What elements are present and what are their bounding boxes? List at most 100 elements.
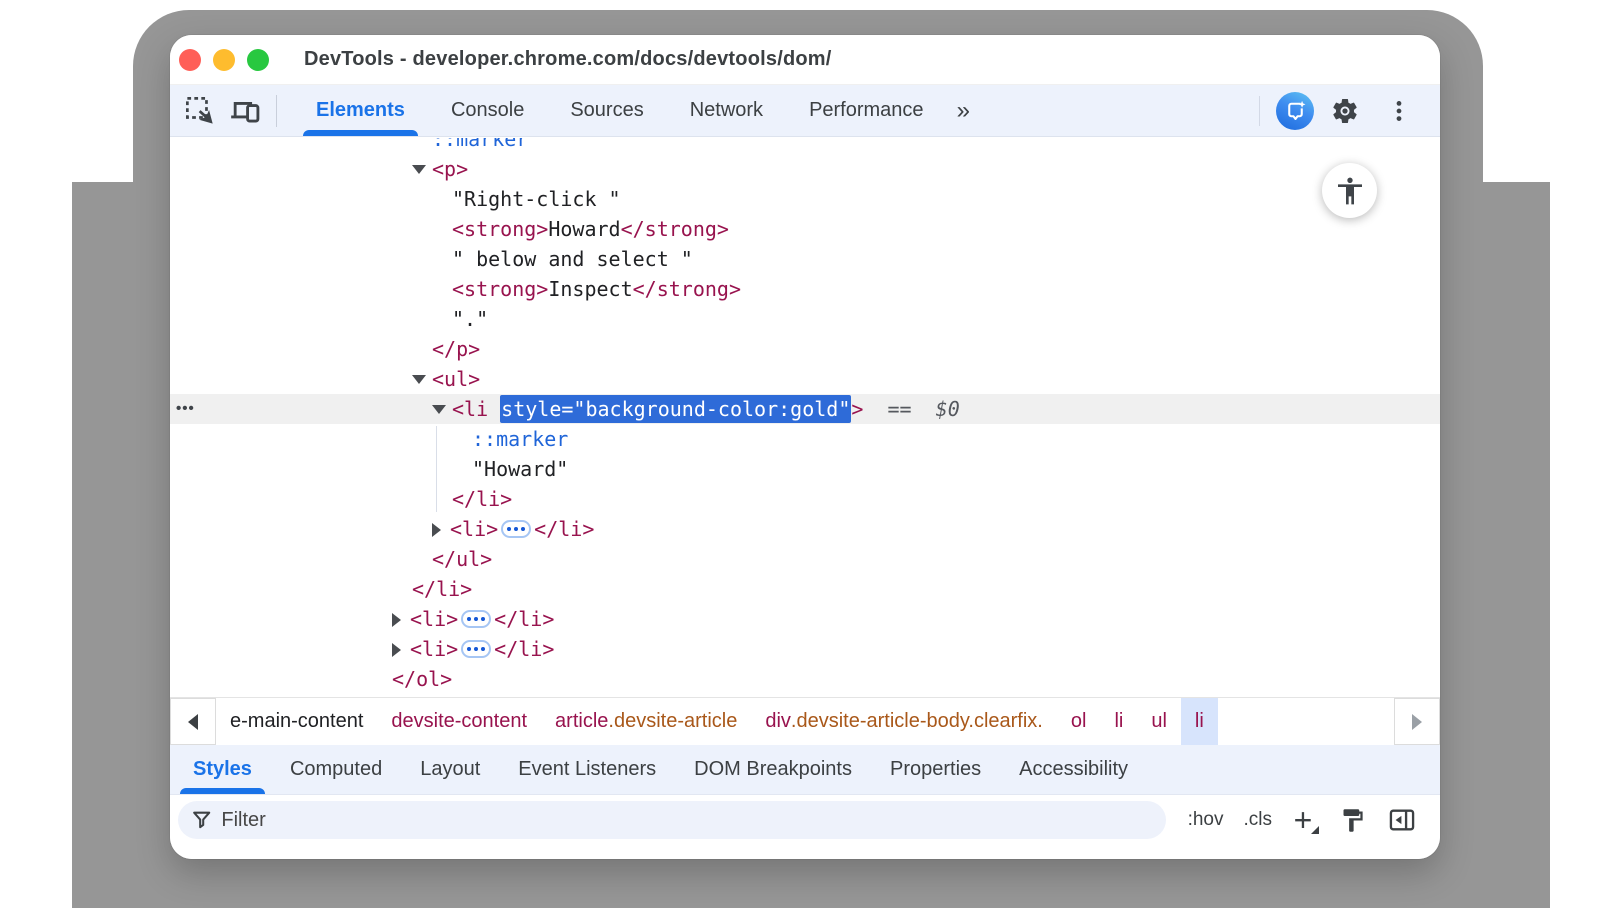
breadcrumb-item[interactable]: ol	[1057, 698, 1101, 745]
more-tabs-button[interactable]: »	[957, 97, 968, 125]
panel-tab-label: Elements	[316, 99, 405, 122]
dom-tree-row[interactable]: <strong>Howard</strong>	[170, 214, 1440, 244]
accessibility-person-icon	[1334, 175, 1366, 207]
row-content: <strong>Inspect</strong>	[170, 274, 741, 304]
plain-token: Inspect	[548, 277, 632, 301]
tag-token: <li	[452, 397, 500, 421]
sidebar-tab-label: Styles	[193, 758, 252, 781]
dom-tree-row[interactable]: <p>	[170, 154, 1440, 184]
sidebar-tab-label: Accessibility	[1019, 758, 1128, 781]
dom-tree-row[interactable]: ::marker	[170, 138, 1440, 154]
collapsed-content-ellipsis-button[interactable]	[501, 520, 531, 538]
dom-tree-row[interactable]: </ol>	[170, 664, 1440, 694]
inspect-element-button[interactable]	[182, 94, 216, 128]
expand-arrow-open-icon[interactable]	[412, 165, 426, 174]
rendering-emulation-button[interactable]	[1334, 802, 1370, 838]
dock-panel-icon	[1388, 806, 1416, 834]
chevron-left-icon	[188, 714, 198, 730]
row-content: " below and select "	[170, 244, 693, 274]
sidebar-tab-computed[interactable]: Computed	[271, 745, 401, 794]
toggle-element-state-button[interactable]: :hov	[1182, 809, 1230, 831]
tag-token: </p>	[432, 337, 480, 361]
expand-arrow-closed-icon[interactable]	[432, 523, 441, 537]
breadcrumb-item[interactable]: article.devsite-article	[541, 698, 751, 745]
breadcrumb-item[interactable]: li	[1100, 698, 1137, 745]
dom-tree-row[interactable]: "."	[170, 304, 1440, 334]
dom-tree-row[interactable]: "Right-click "	[170, 184, 1440, 214]
collapsed-content-ellipsis-button[interactable]	[461, 640, 491, 658]
panel-tab-network[interactable]: Network	[667, 85, 786, 136]
tag-token: </li>	[494, 637, 554, 661]
styles-pane-toolbar: :hov .cls +	[170, 795, 1440, 859]
breadcrumb-item[interactable]: devsite-content	[377, 698, 541, 745]
breadcrumb-scroll-left-button[interactable]	[170, 698, 216, 745]
ai-assistant-button[interactable]	[1276, 92, 1314, 130]
dom-tree-row[interactable]: <li></li>	[170, 634, 1440, 664]
expand-arrow-open-icon[interactable]	[432, 405, 446, 414]
dom-tree-row[interactable]: ::marker	[170, 424, 1440, 454]
maximize-window-button[interactable]	[247, 49, 269, 71]
dollar-token: $0	[936, 397, 960, 421]
dom-tree-row[interactable]: "Howard"	[170, 454, 1440, 484]
filter-input[interactable]	[221, 809, 1151, 832]
panel-tab-console[interactable]: Console	[428, 85, 547, 136]
expand-arrow-closed-icon[interactable]	[392, 613, 401, 627]
sidebar-tab-layout[interactable]: Layout	[401, 745, 499, 794]
dom-tree-row[interactable]: <ul>	[170, 364, 1440, 394]
close-window-button[interactable]	[179, 49, 201, 71]
ai-assistant-icon	[1283, 98, 1308, 123]
dom-tree-row[interactable]: </li>	[170, 574, 1440, 604]
breadcrumb-item[interactable]: ul	[1137, 698, 1181, 745]
sidebar-tab-properties[interactable]: Properties	[871, 745, 1000, 794]
dom-tree-row[interactable]: </p>	[170, 334, 1440, 364]
tag-token: </strong>	[633, 277, 741, 301]
style-filter-field[interactable]	[178, 801, 1166, 839]
chevron-right-icon	[1412, 714, 1422, 730]
collapsed-content-ellipsis-button[interactable]	[461, 610, 491, 628]
settings-button[interactable]	[1326, 92, 1364, 130]
breadcrumb-item-selected[interactable]: li	[1181, 698, 1218, 745]
tag-token: </li>	[412, 577, 472, 601]
breadcrumb-part: .devsite-article	[608, 710, 737, 733]
inspect-cursor-icon	[184, 95, 215, 126]
breadcrumb-bar: e-main-content devsite-content article.dev…	[170, 697, 1440, 745]
row-content: </p>	[170, 334, 480, 364]
breadcrumb-part: devsite-content	[391, 710, 527, 733]
traffic-lights	[179, 49, 269, 71]
dom-tree-row[interactable]: <strong>Inspect</strong>	[170, 274, 1440, 304]
dom-tree-row[interactable]: </li>	[170, 484, 1440, 514]
accessibility-widget-button[interactable]	[1322, 163, 1377, 218]
row-content: <li></li>	[170, 604, 554, 634]
tag-token: </strong>	[621, 217, 729, 241]
dom-tree-row[interactable]: " below and select "	[170, 244, 1440, 274]
breadcrumb-part: li	[1114, 710, 1123, 733]
toggle-sidebar-button[interactable]	[1384, 802, 1420, 838]
breadcrumb-part: li	[1195, 710, 1204, 733]
dom-tree-row[interactable]: </ul>	[170, 544, 1440, 574]
row-content: <p>	[170, 154, 468, 184]
more-options-button[interactable]	[1380, 92, 1418, 130]
new-style-rule-button[interactable]: +	[1286, 803, 1320, 837]
element-classes-button[interactable]: .cls	[1238, 809, 1279, 831]
dom-tree-row[interactable]: <li></li>	[170, 514, 1440, 544]
plus-icon: +	[1294, 802, 1313, 839]
dom-tree-row[interactable]: <li></li>	[170, 604, 1440, 634]
breadcrumb-item[interactable]: div.devsite-article-body.clearfix.	[751, 698, 1057, 745]
minimize-window-button[interactable]	[213, 49, 235, 71]
toggle-device-toolbar-button[interactable]	[228, 94, 262, 128]
expand-arrow-closed-icon[interactable]	[392, 643, 401, 657]
row-hover-dots-icon[interactable]: •••	[176, 394, 195, 424]
panel-tab-performance[interactable]: Performance	[786, 85, 947, 136]
panel-tab-elements[interactable]: Elements	[293, 85, 428, 136]
breadcrumb-scroll-right-button[interactable]	[1394, 698, 1440, 745]
sidebar-tab-accessibility[interactable]: Accessibility	[1000, 745, 1147, 794]
sidebar-tab-dom-breakpoints[interactable]: DOM Breakpoints	[675, 745, 871, 794]
dom-tree-row-selected[interactable]: •••<li style="background-color:gold"> ==…	[170, 394, 1440, 424]
sidebar-pane-tabs: Styles ComputedLayoutEvent ListenersDOM B…	[170, 745, 1440, 795]
panel-tab-sources[interactable]: Sources	[547, 85, 666, 136]
breadcrumb-item[interactable]: e-main-content	[216, 698, 377, 745]
tag-token: <strong>	[452, 277, 548, 301]
expand-arrow-open-icon[interactable]	[412, 375, 426, 384]
sidebar-tab-event-listeners[interactable]: Event Listeners	[499, 745, 675, 794]
sidebar-tab-styles[interactable]: Styles	[174, 745, 271, 794]
